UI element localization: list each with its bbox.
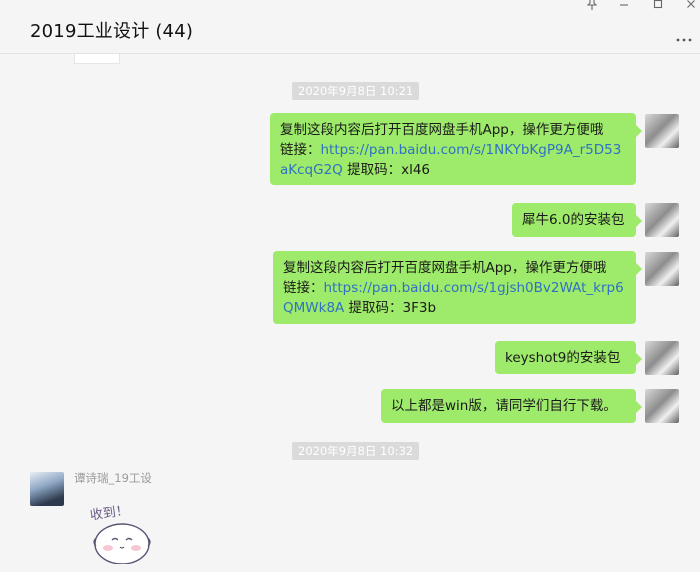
sender-name: 谭诗瑞_19工设 bbox=[74, 471, 152, 485]
extraction-code: 提取码：xl46 bbox=[342, 162, 431, 178]
close-icon[interactable] bbox=[681, 0, 700, 12]
share-link[interactable]: QMWk8A bbox=[283, 300, 344, 316]
chat-title[interactable]: 2019工业设计 (44) bbox=[30, 17, 193, 43]
message-bubble[interactable]: 复制这段内容后打开百度网盘手机App，操作更方便哦 链接：https://pan… bbox=[273, 251, 642, 324]
my-avatar[interactable] bbox=[645, 114, 679, 148]
message-text: 以上都是win版，请同学们自行下载。 bbox=[391, 398, 617, 414]
message-bubble[interactable]: 犀牛6.0的安装包 bbox=[512, 203, 642, 237]
message-text: 链接： bbox=[283, 280, 324, 296]
timestamp: 2020年9月8日 10:32 bbox=[292, 442, 420, 460]
message-bubble[interactable]: keyshot9的安装包 bbox=[495, 341, 642, 374]
message-text: 链接： bbox=[280, 142, 321, 158]
my-avatar[interactable] bbox=[645, 203, 679, 237]
sender-avatar[interactable] bbox=[30, 472, 64, 506]
my-avatar[interactable] bbox=[645, 341, 679, 375]
message-text: 犀牛6.0的安装包 bbox=[522, 212, 625, 228]
my-avatar[interactable] bbox=[645, 389, 679, 423]
message-bubble[interactable]: 以上都是win版，请同学们自行下载。 bbox=[381, 389, 642, 423]
pin-icon[interactable] bbox=[582, 0, 602, 12]
share-link[interactable]: https://pan.baidu.com/s/1gjsh0Bv2WAt_krp… bbox=[324, 280, 624, 296]
chat-header: 2019工业设计 (44) bbox=[0, 0, 700, 54]
message-text: keyshot9的安装包 bbox=[505, 350, 621, 366]
extraction-code: 提取码：3F3b bbox=[344, 300, 437, 316]
share-link[interactable]: https://pan.baidu.com/s/1NKYbKgP9A_r5D53 bbox=[321, 142, 622, 158]
message-text: 复制这段内容后打开百度网盘手机App，操作更方便哦 bbox=[283, 260, 607, 276]
message-bubble[interactable]: 复制这段内容后打开百度网盘手机App，操作更方便哦 链接：https://pan… bbox=[270, 113, 642, 185]
message-text: 复制这段内容后打开百度网盘手机App，操作更方便哦 bbox=[280, 122, 604, 138]
maximize-icon[interactable] bbox=[648, 0, 668, 12]
sticker-image[interactable]: 收到！ bbox=[82, 500, 162, 565]
my-avatar[interactable] bbox=[645, 252, 679, 286]
sticker-caption: 收到！ bbox=[89, 503, 130, 523]
more-icon[interactable] bbox=[676, 28, 692, 47]
timestamp: 2020年9月8日 10:21 bbox=[292, 82, 420, 100]
share-link[interactable]: aKcqG2Q bbox=[280, 162, 343, 178]
previous-message-card[interactable] bbox=[74, 54, 120, 64]
minimize-icon[interactable] bbox=[614, 0, 634, 12]
